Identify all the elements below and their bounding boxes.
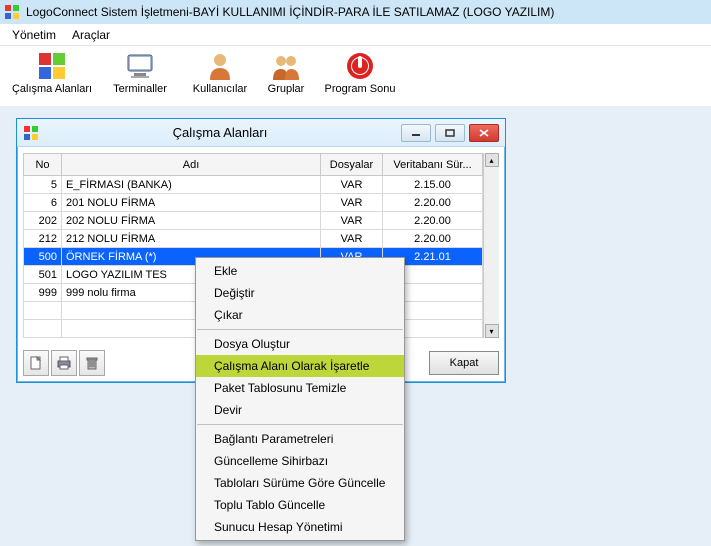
table-cell[interactable]: 501 (24, 266, 62, 284)
table-cell[interactable]: 212 NOLU FİRMA (62, 230, 321, 248)
context-menu-item[interactable]: Paket Tablosunu Temizle (196, 377, 404, 399)
col-header-version[interactable]: Veritabanı Sür... (383, 154, 483, 176)
window-title: LogoConnect Sistem İşletmeni-BAYİ KULLAN… (26, 5, 554, 19)
toolbar-exit[interactable]: Program Sonu (316, 50, 404, 95)
menu-separator (197, 329, 403, 330)
table-cell[interactable]: 5 (24, 176, 62, 194)
printer-icon (56, 355, 72, 371)
col-header-name[interactable]: Adı (62, 154, 321, 176)
table-cell[interactable] (24, 320, 62, 338)
toolbar-label: Kullanıcılar (193, 83, 247, 95)
toolbar-users[interactable]: Kullanıcılar (184, 50, 256, 95)
table-cell[interactable]: 212 (24, 230, 62, 248)
context-menu-item[interactable]: Toplu Tablo Güncelle (196, 494, 404, 516)
toolbar-workspaces[interactable]: Çalışma Alanları (8, 50, 96, 95)
table-cell[interactable]: 202 NOLU FİRMA (62, 212, 321, 230)
groups-icon (270, 50, 302, 82)
toolbar-label: Program Sonu (325, 83, 396, 95)
scroll-up-icon[interactable]: ▴ (485, 153, 499, 167)
table-cell[interactable]: VAR (321, 176, 383, 194)
close-window-button[interactable] (469, 124, 499, 142)
toolbar: Çalışma Alanları Terminaller Kullanıcıla… (0, 46, 711, 106)
table-cell[interactable]: 201 NOLU FİRMA (62, 194, 321, 212)
menu-araclar[interactable]: Araçlar (64, 26, 118, 44)
col-header-files[interactable]: Dosyalar (321, 154, 383, 176)
close-button[interactable]: Kapat (429, 351, 499, 375)
delete-button[interactable] (79, 350, 105, 376)
context-menu-item[interactable]: Çıkar (196, 304, 404, 326)
new-button[interactable] (23, 350, 49, 376)
menubar: Yönetim Araçlar (0, 24, 711, 46)
scroll-down-icon[interactable]: ▾ (485, 324, 499, 338)
maximize-button[interactable] (435, 124, 465, 142)
app-icon (4, 4, 20, 20)
workspaces-icon (36, 50, 68, 82)
vertical-scrollbar[interactable]: ▴ ▾ (483, 153, 499, 338)
toolbar-label: Çalışma Alanları (12, 83, 92, 95)
table-cell[interactable]: 2.20.00 (383, 212, 483, 230)
context-menu-item[interactable]: Ekle (196, 260, 404, 282)
menu-yonetim[interactable]: Yönetim (4, 26, 64, 44)
table-cell[interactable]: 999 (24, 284, 62, 302)
table-cell[interactable] (24, 302, 62, 320)
table-cell[interactable]: 500 (24, 248, 62, 266)
page-icon (28, 355, 44, 371)
window-controls (401, 124, 499, 142)
print-button[interactable] (51, 350, 77, 376)
table-cell[interactable]: 2.15.00 (383, 176, 483, 194)
minimize-button[interactable] (401, 124, 431, 142)
context-menu-item[interactable]: Tabloları Sürüme Göre Güncelle (196, 472, 404, 494)
table-cell[interactable]: VAR (321, 230, 383, 248)
child-titlebar[interactable]: Çalışma Alanları (17, 119, 505, 147)
toolbar-groups[interactable]: Gruplar (256, 50, 316, 95)
main-window: LogoConnect Sistem İşletmeni-BAYİ KULLAN… (0, 0, 711, 546)
titlebar: LogoConnect Sistem İşletmeni-BAYİ KULLAN… (0, 0, 711, 24)
menu-separator (197, 424, 403, 425)
table-cell[interactable]: 2.20.00 (383, 230, 483, 248)
table-row[interactable]: 202202 NOLU FİRMAVAR2.20.00 (24, 212, 483, 230)
toolbar-terminals[interactable]: Terminaller (96, 50, 184, 95)
exit-icon (344, 50, 376, 82)
context-menu: EkleDeğiştirÇıkar Dosya OluşturÇalışma Al… (195, 257, 405, 541)
trash-icon (84, 355, 100, 371)
table-cell[interactable]: 202 (24, 212, 62, 230)
context-menu-item[interactable]: Çalışma Alanı Olarak İşaretle (196, 355, 404, 377)
context-menu-item[interactable]: Dosya Oluştur (196, 333, 404, 355)
workspaces-icon (23, 125, 39, 141)
table-row[interactable]: 5E_FİRMASI (BANKA)VAR2.15.00 (24, 176, 483, 194)
toolbar-label: Gruplar (268, 83, 305, 95)
toolbar-label: Terminaller (113, 83, 167, 95)
col-header-no[interactable]: No (24, 154, 62, 176)
table-cell[interactable]: E_FİRMASI (BANKA) (62, 176, 321, 194)
context-menu-item[interactable]: Sunucu Hesap Yönetimi (196, 516, 404, 538)
table-cell[interactable]: 6 (24, 194, 62, 212)
table-row[interactable]: 212212 NOLU FİRMAVAR2.20.00 (24, 230, 483, 248)
terminals-icon (124, 50, 156, 82)
table-cell[interactable]: VAR (321, 194, 383, 212)
table-cell[interactable]: VAR (321, 212, 383, 230)
context-menu-item[interactable]: Devir (196, 399, 404, 421)
context-menu-item[interactable]: Bağlantı Parametreleri (196, 428, 404, 450)
context-menu-item[interactable]: Güncelleme Sihirbazı (196, 450, 404, 472)
table-row[interactable]: 6201 NOLU FİRMAVAR2.20.00 (24, 194, 483, 212)
context-menu-item[interactable]: Değiştir (196, 282, 404, 304)
users-icon (204, 50, 236, 82)
table-cell[interactable]: 2.20.00 (383, 194, 483, 212)
child-window-title: Çalışma Alanları (39, 125, 401, 140)
